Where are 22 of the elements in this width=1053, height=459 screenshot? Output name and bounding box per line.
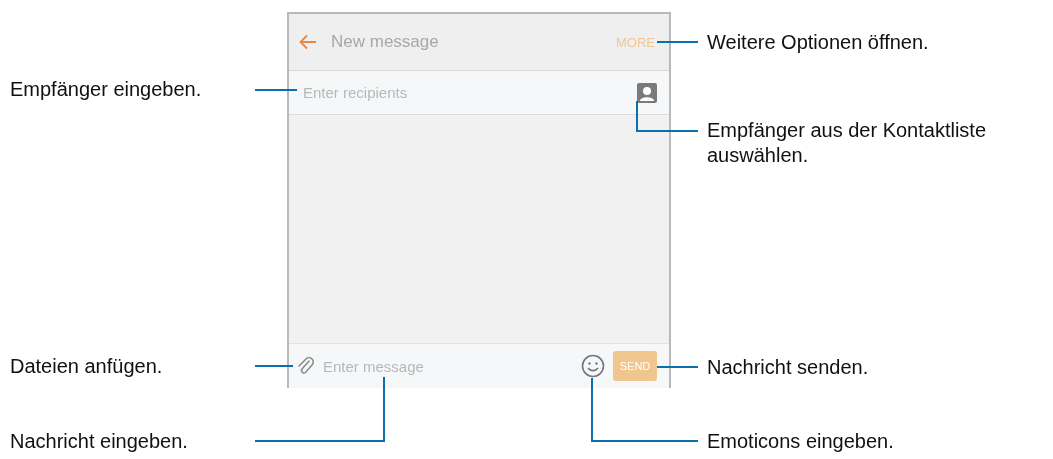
callout-label: Nachricht eingeben. <box>10 429 188 454</box>
smiley-icon[interactable] <box>581 354 605 378</box>
callout-label: Empfänger aus der Kontaktliste auswählen. <box>707 118 988 168</box>
leader-line <box>656 366 699 368</box>
recipients-field[interactable]: Enter recipients <box>289 71 669 115</box>
send-button[interactable]: SEND <box>613 351 657 381</box>
recipients-placeholder: Enter recipients <box>303 84 409 101</box>
screen-title: New message <box>331 32 440 52</box>
callout-label: Weitere Optionen öffnen. <box>707 30 929 55</box>
message-field[interactable]: Enter message <box>323 357 573 375</box>
leader-line <box>636 100 699 132</box>
leader-line <box>656 41 699 43</box>
callout-label: Emoticons eingeben. <box>707 429 894 454</box>
leader-line <box>254 365 294 367</box>
callout-label: Dateien anfügen. <box>10 354 163 379</box>
more-button[interactable]: MORE <box>612 30 659 54</box>
callout-label: Nachricht senden. <box>707 355 869 380</box>
leader-line <box>254 89 298 91</box>
back-icon[interactable] <box>299 34 317 50</box>
contact-icon[interactable] <box>637 82 657 103</box>
callout-label: Empfänger eingeben. <box>10 77 202 102</box>
paperclip-icon[interactable] <box>297 356 315 376</box>
